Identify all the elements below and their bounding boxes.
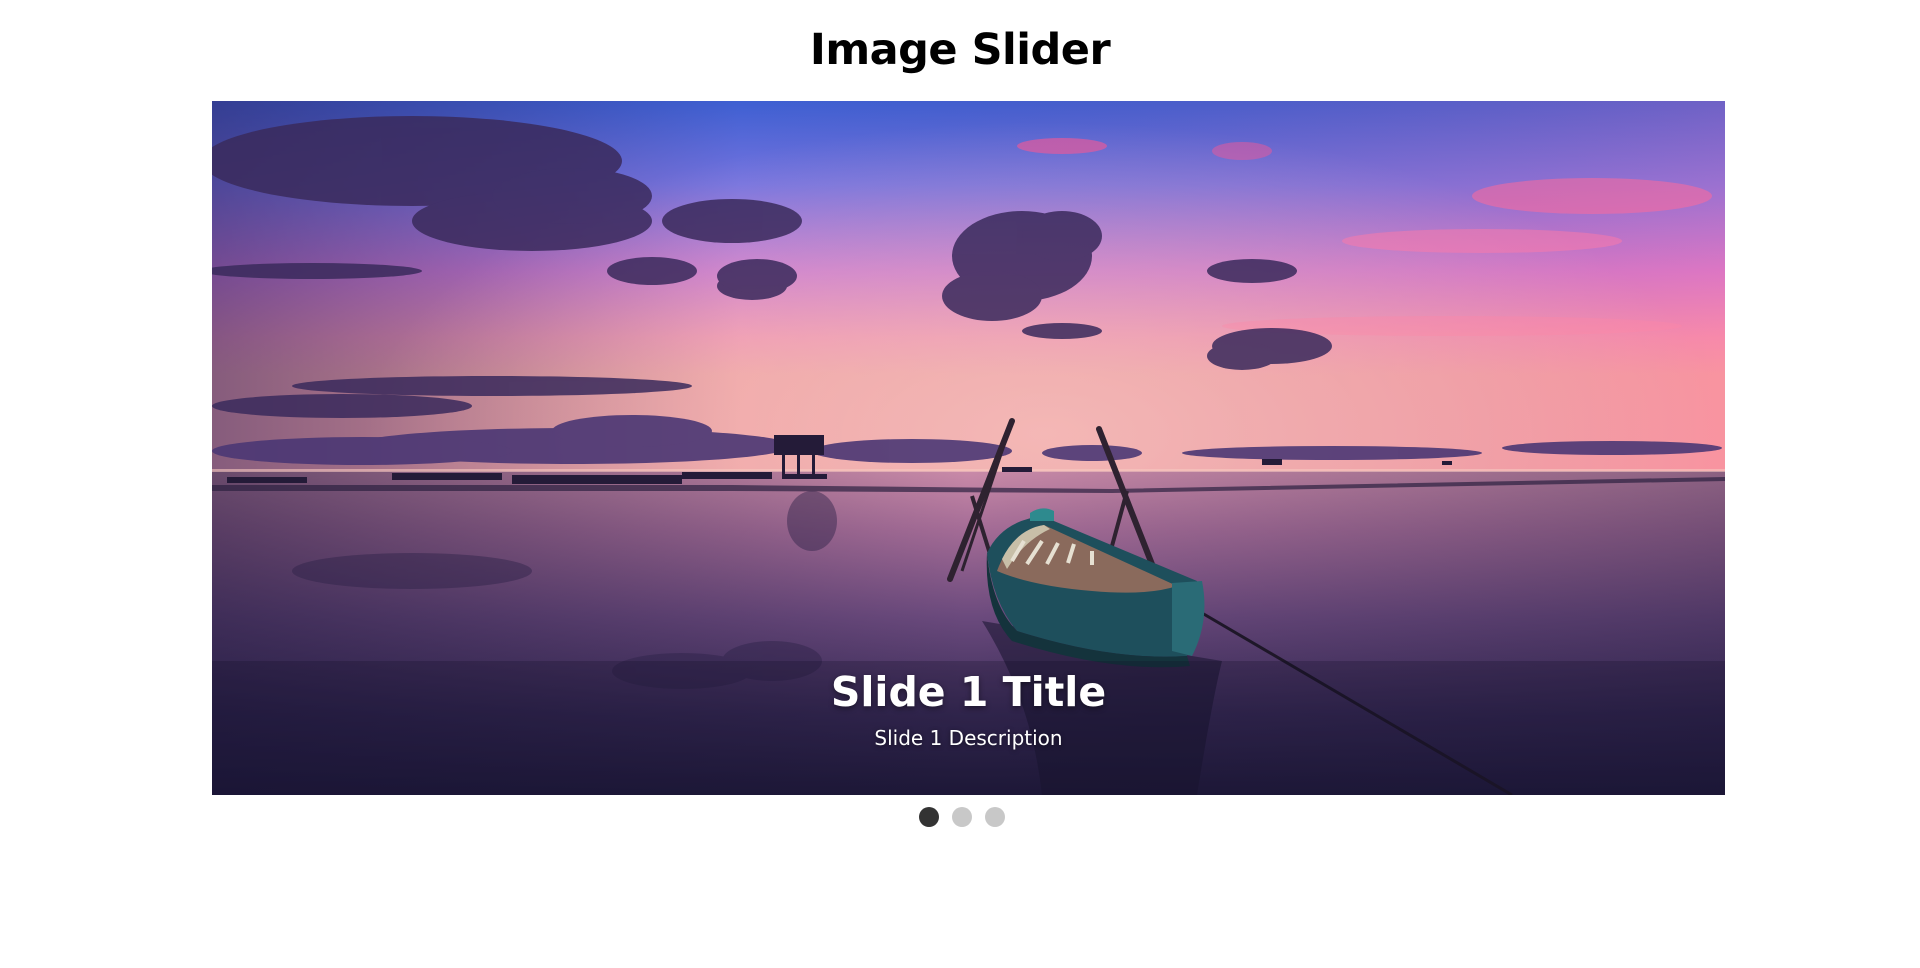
page: Image Slider Slide 1 Title Slide 1 Descr… [0,0,1920,968]
slider-dot-3[interactable] [984,807,1005,827]
slider-dot-2[interactable] [951,807,972,827]
slider-dot-1[interactable] [918,807,939,827]
slide-title: Slide 1 Title [830,668,1107,716]
page-title: Image Slider [809,25,1111,75]
slider-pagination [0,807,1920,827]
slide-description: Slide 1 Description [874,726,1063,750]
image-slider[interactable]: Slide 1 Title Slide 1 Description [212,101,1725,795]
